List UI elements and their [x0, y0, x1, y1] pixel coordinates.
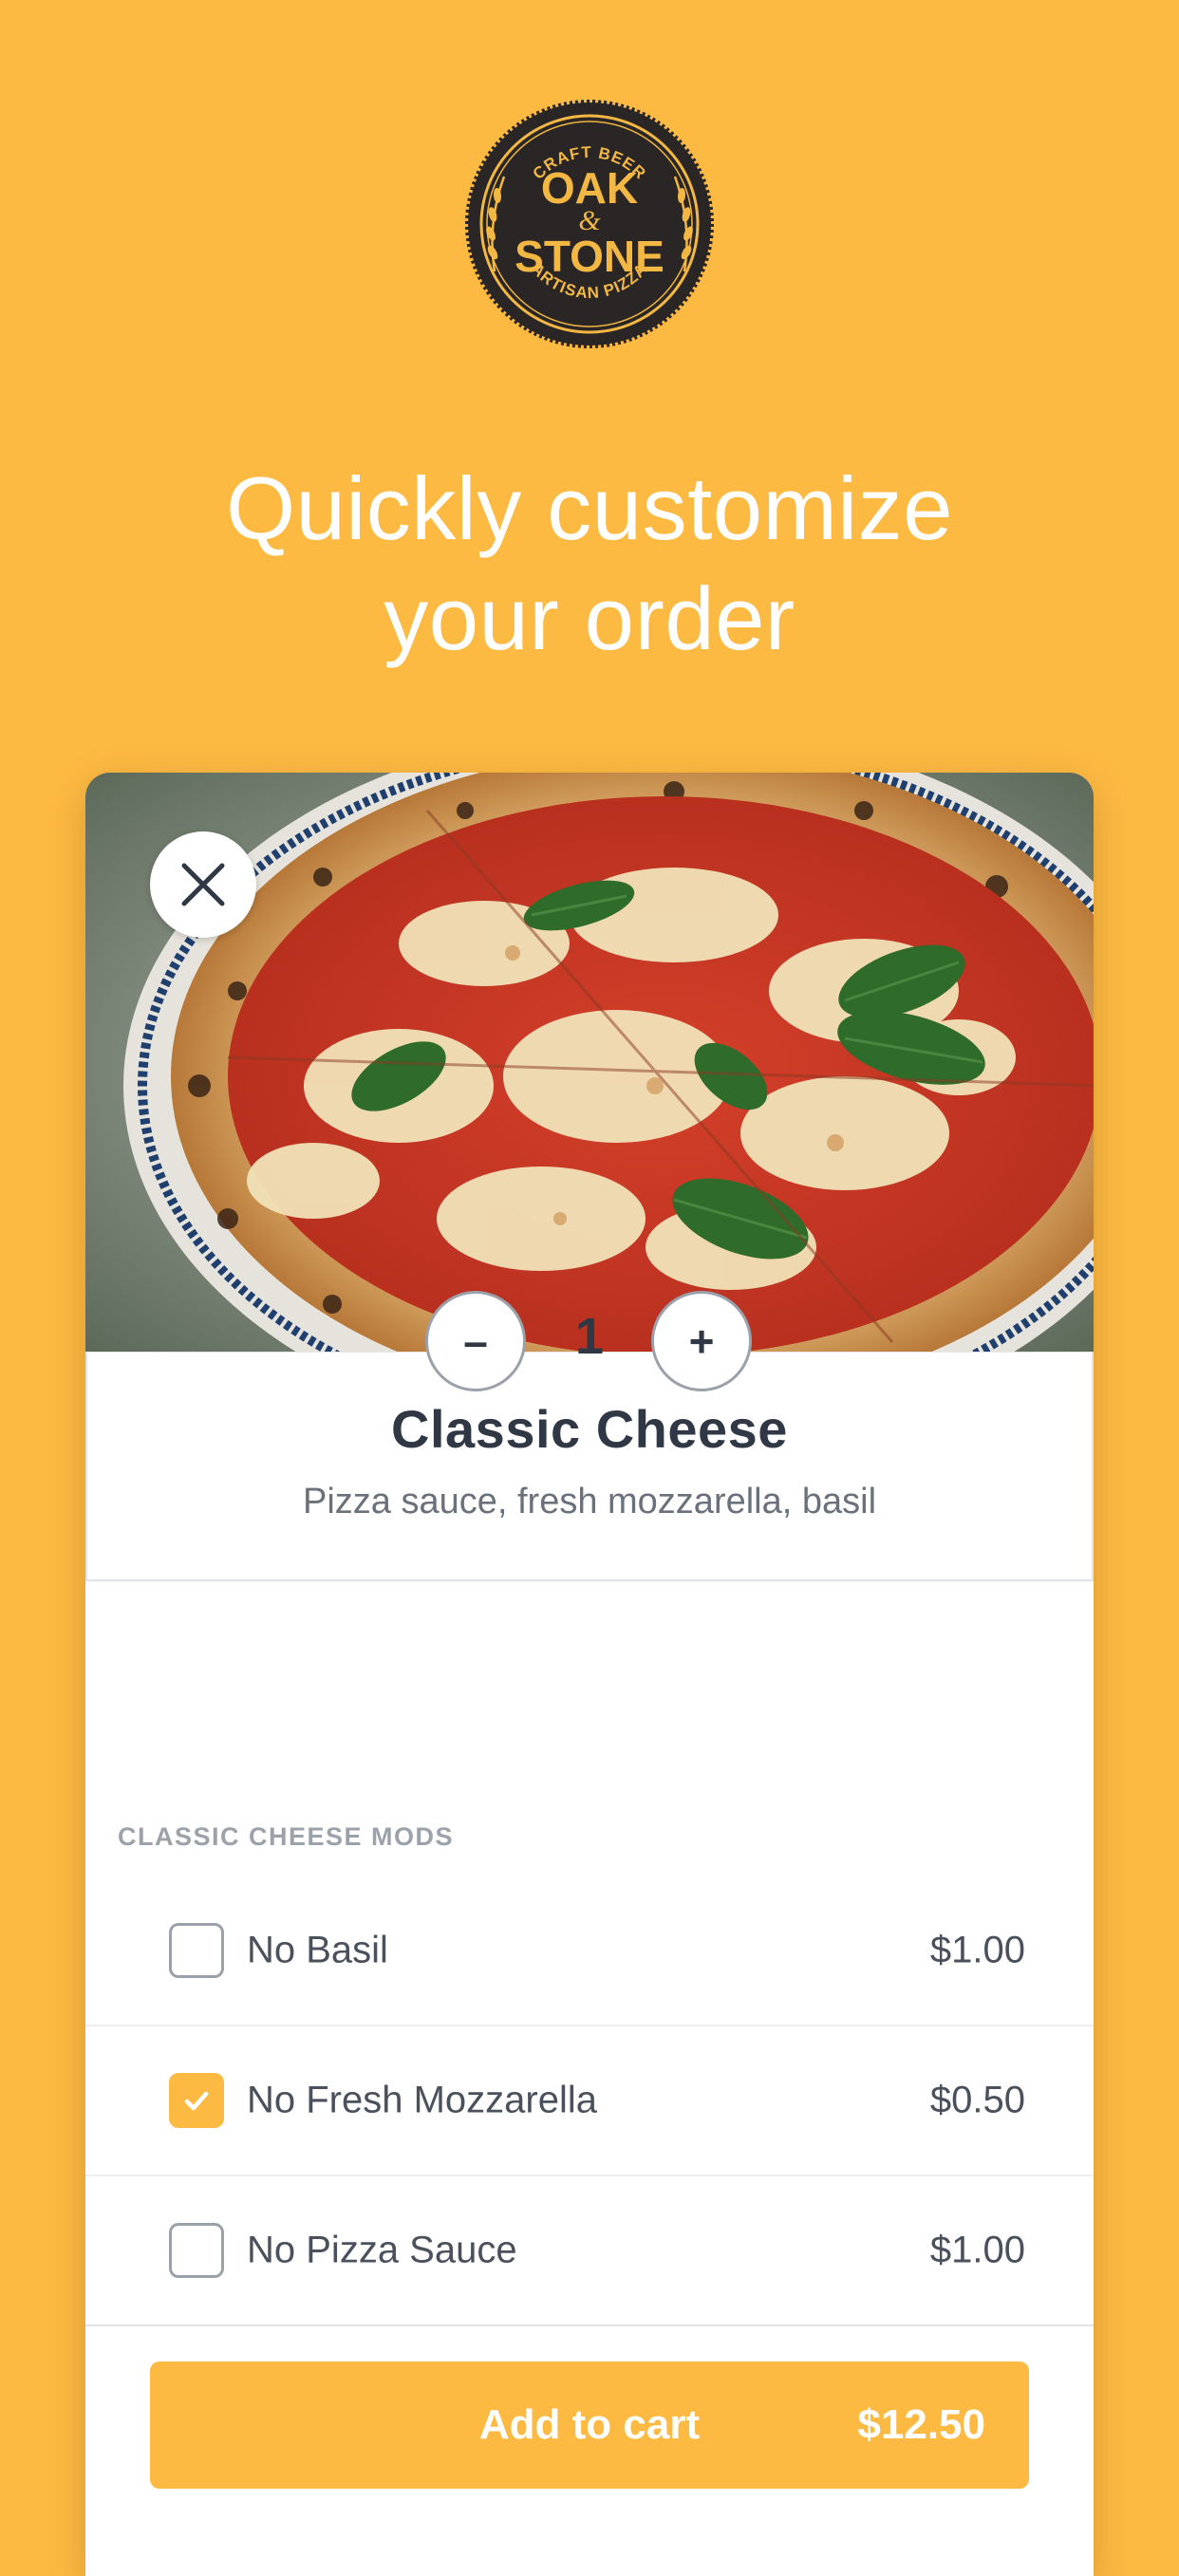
logo-stone-text: STONE	[515, 232, 664, 281]
cart-total: $12.50	[857, 2401, 985, 2448]
mod-row-no-pizza-sauce[interactable]: No Pizza Sauce $1.00	[85, 2176, 1094, 2326]
close-button[interactable]	[150, 831, 256, 938]
add-to-cart-button[interactable]: Add to cart $12.50	[150, 2361, 1029, 2489]
mod-label: No Basil	[247, 1929, 388, 1971]
mod-row-no-basil[interactable]: No Basil $1.00	[85, 1876, 1094, 2026]
decrease-quantity-button[interactable]: –	[425, 1291, 526, 1391]
mod-price: $1.00	[929, 2229, 1025, 2271]
headline-line-2: your order	[384, 569, 795, 668]
mod-checkbox-no-fresh-mozzarella[interactable]	[169, 2073, 224, 2128]
mod-row-no-fresh-mozzarella[interactable]: No Fresh Mozzarella $0.50	[85, 2026, 1094, 2176]
headline: Quickly customize your order	[0, 454, 1179, 674]
mods-section-header: CLASSIC CHEESE MODS	[118, 1822, 455, 1851]
mod-checkbox-no-pizza-sauce[interactable]	[169, 2223, 224, 2278]
item-description: Pizza sauce, fresh mozzarella, basil	[302, 1482, 877, 1521]
mod-checkbox-no-basil[interactable]	[169, 1923, 224, 1978]
checkmark-icon	[184, 2091, 209, 2111]
item-title: Classic Cheese	[391, 1399, 788, 1459]
increase-quantity-button[interactable]: +	[651, 1291, 752, 1391]
mod-price: $0.50	[929, 2079, 1025, 2121]
headline-line-1: Quickly customize	[226, 458, 953, 558]
close-icon	[181, 863, 225, 906]
item-info-panel: Classic Cheese Pizza sauce, fresh mozzar…	[85, 1352, 1094, 1581]
mod-price: $1.00	[929, 1929, 1025, 1971]
mod-label: No Pizza Sauce	[247, 2229, 517, 2271]
oak-and-stone-logo: CRAFT BEER ARTISAN PIZZA OAK & STONE	[457, 91, 722, 357]
quantity-value: 1	[574, 1308, 605, 1365]
item-customize-card: Classic Cheese Pizza sauce, fresh mozzar…	[85, 773, 1094, 2576]
mod-label: No Fresh Mozzarella	[247, 2079, 598, 2121]
